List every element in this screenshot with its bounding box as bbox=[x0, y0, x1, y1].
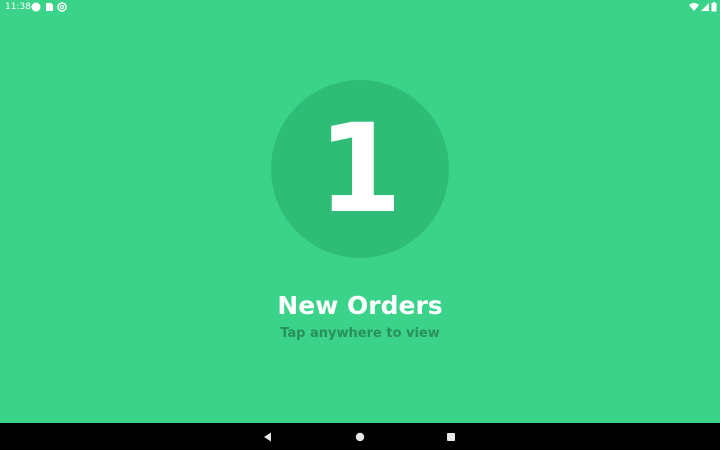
back-icon[interactable] bbox=[261, 430, 275, 444]
order-count-circle: 1 bbox=[271, 80, 449, 258]
wifi-icon bbox=[689, 2, 699, 12]
circle-notification-icon bbox=[31, 2, 41, 12]
status-time: 11:38 bbox=[5, 2, 31, 12]
sd-card-icon bbox=[44, 2, 54, 12]
battery-icon bbox=[711, 2, 717, 12]
recents-icon[interactable] bbox=[444, 430, 458, 444]
at-sign-icon bbox=[57, 2, 67, 12]
navigation-bar bbox=[0, 423, 720, 450]
status-bar: 11:38 bbox=[0, 0, 720, 14]
signal-icon bbox=[700, 2, 710, 12]
view-orders-tap-area[interactable]: 1 New Orders Tap anywhere to view bbox=[0, 14, 720, 423]
new-orders-title: New Orders bbox=[277, 291, 443, 320]
tap-to-view-hint: Tap anywhere to view bbox=[280, 326, 440, 341]
new-orders-screen: 11:38 1 New Orders Tap anywhere to view bbox=[0, 0, 720, 450]
home-icon[interactable] bbox=[353, 430, 367, 444]
order-count: 1 bbox=[317, 98, 403, 240]
